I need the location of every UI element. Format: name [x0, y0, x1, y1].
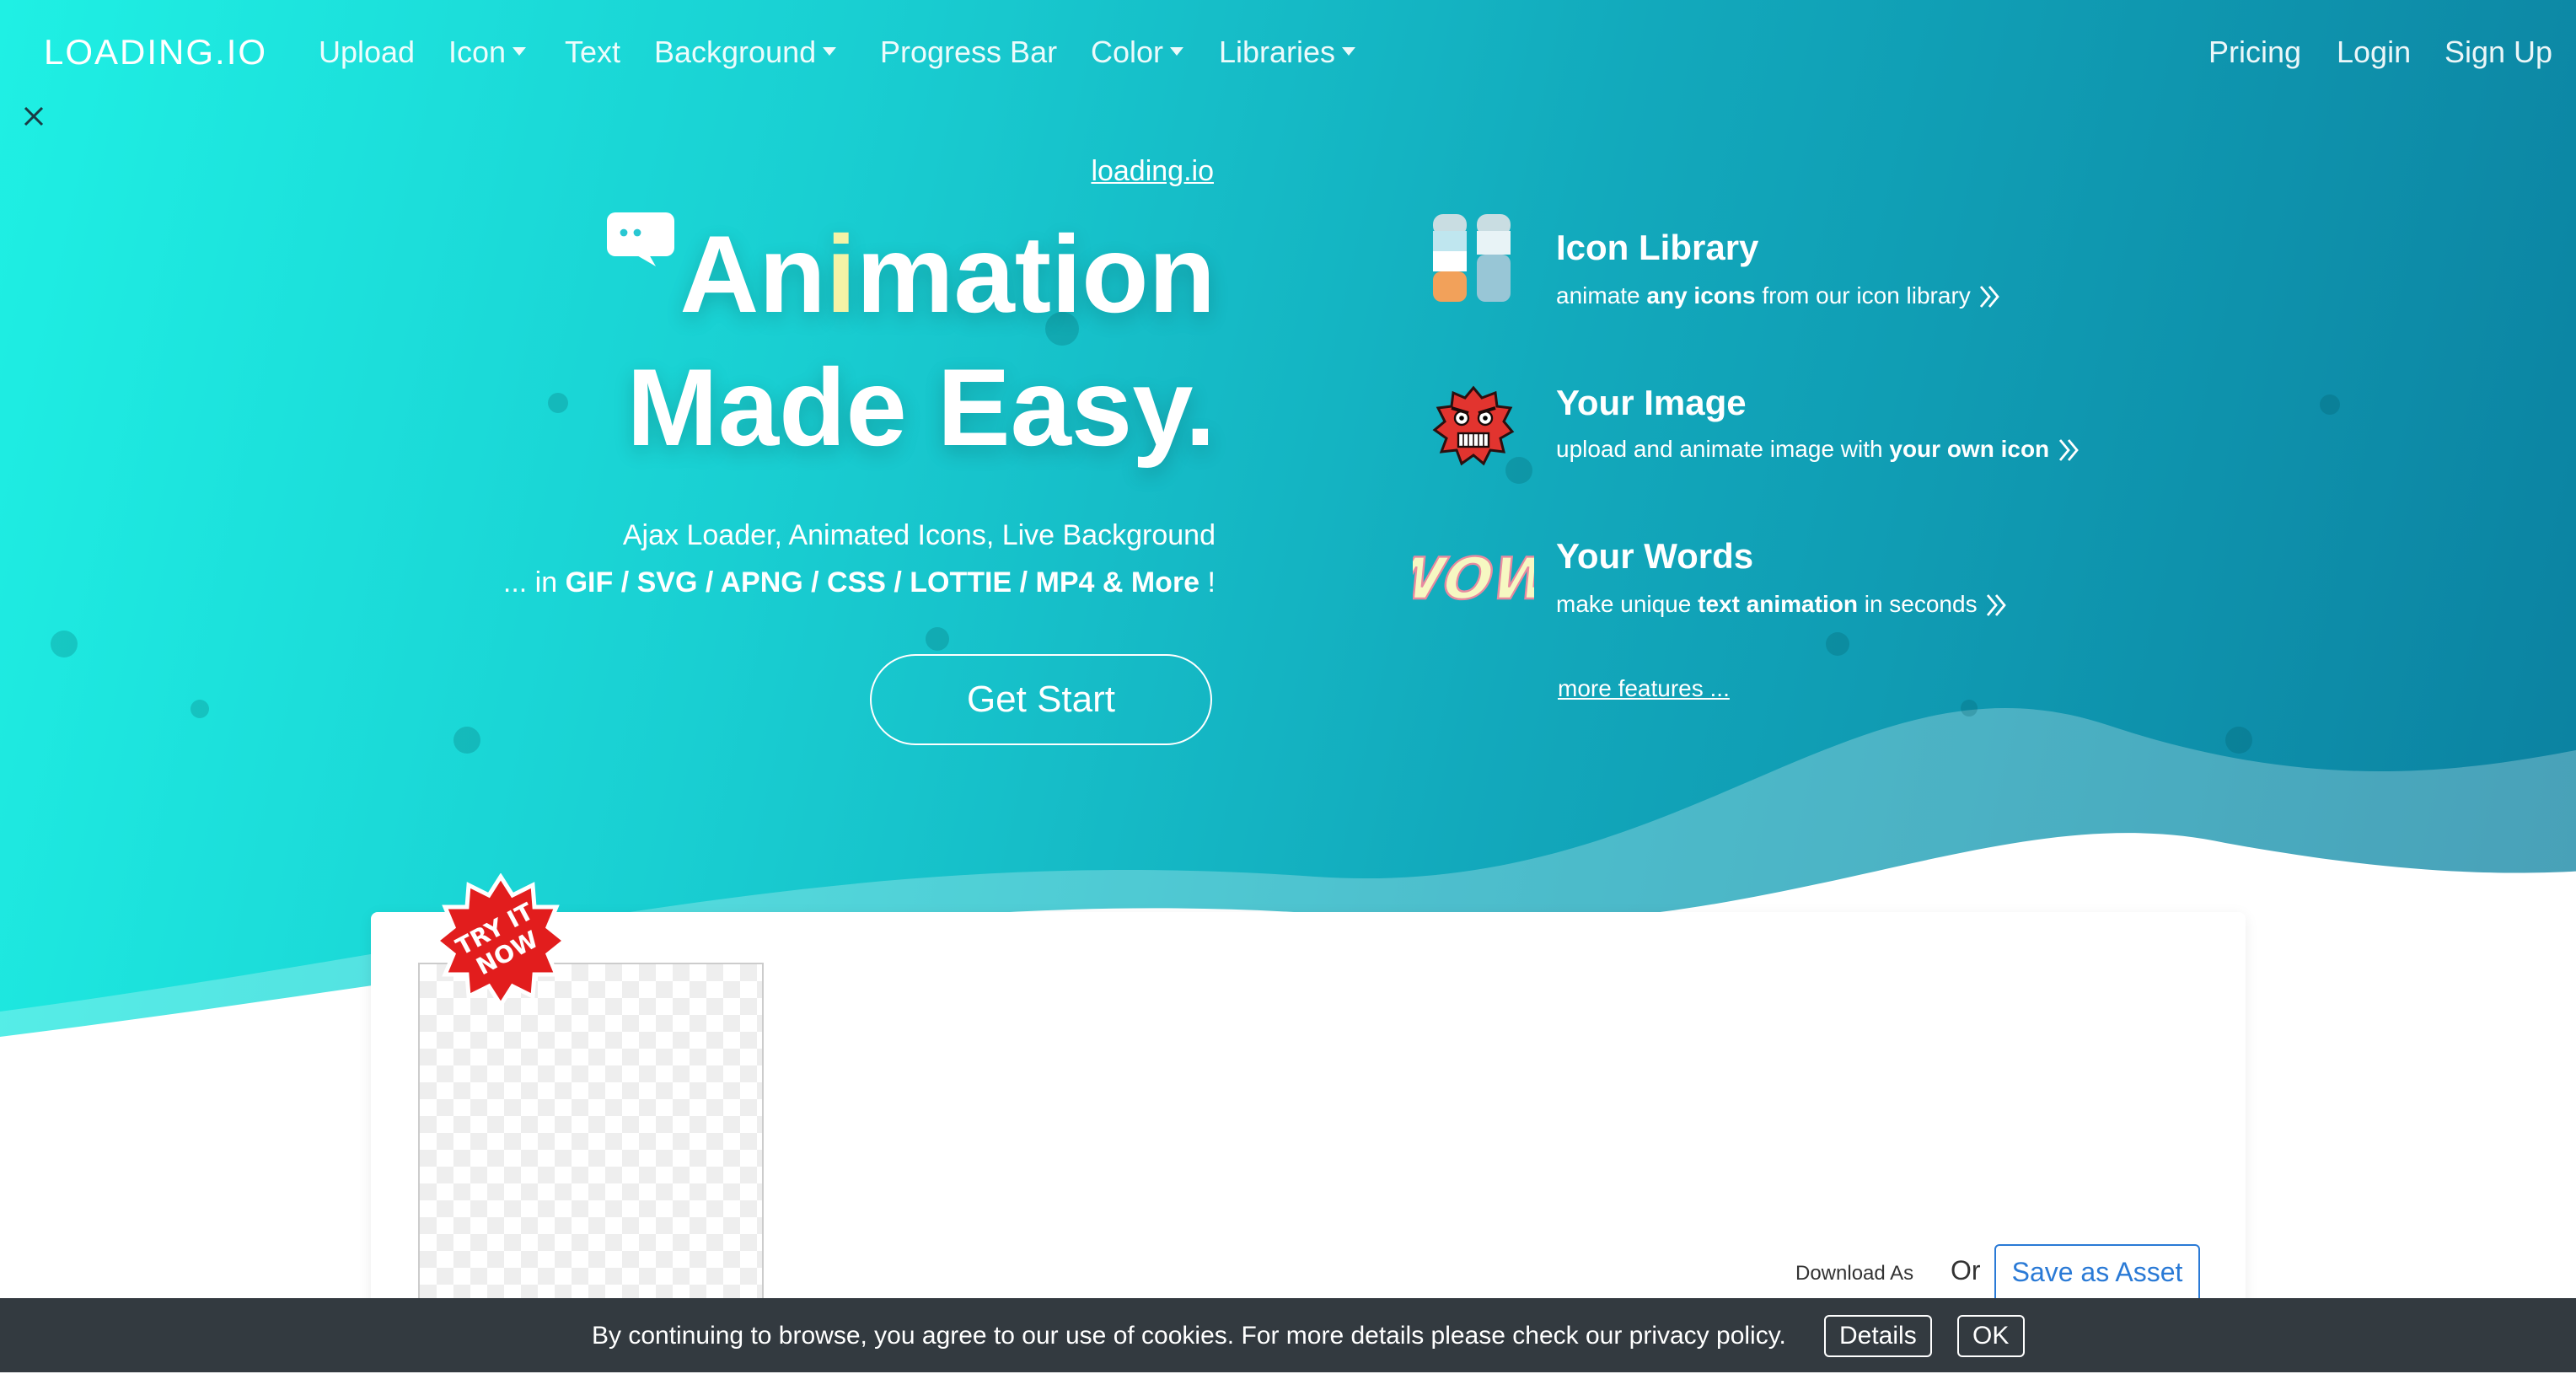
- feature-your-image-title[interactable]: Your Image: [1556, 384, 1747, 425]
- wow-text-icon: WOW: [1413, 545, 1534, 610]
- nav-upload[interactable]: Upload: [319, 35, 415, 71]
- nav-text[interactable]: Text: [565, 35, 620, 71]
- desc-bold: your own icon: [1889, 435, 2050, 462]
- decor-dot: [2225, 727, 2252, 754]
- caret-down-icon: [823, 47, 837, 56]
- double-chevron-right-icon: [2058, 439, 2078, 462]
- nav-sign-up[interactable]: Sign Up: [2445, 35, 2552, 71]
- page: LOADING.IO Upload Icon Text Background P…: [0, 0, 2576, 1372]
- desc-bold: text animation: [1698, 590, 1858, 617]
- download-as-label: Download As: [1795, 1261, 1914, 1285]
- double-chevron-right-icon: [1979, 286, 1999, 309]
- nav-progress-bar[interactable]: Progress Bar: [880, 35, 1057, 71]
- headline-line2: Made Easy.: [626, 346, 1216, 469]
- hero-section: LOADING.IO Upload Icon Text Background P…: [0, 0, 2576, 1045]
- tagline-formats: ... in GIF / SVG / APNG / CSS / LOTTIE /…: [337, 566, 1216, 600]
- tagline-prefix: ... in: [502, 566, 566, 598]
- double-chevron-right-icon: [1986, 594, 2006, 617]
- desc-bold: any icons: [1646, 282, 1756, 309]
- nav-background-dropdown[interactable]: Background: [654, 35, 837, 71]
- decor-dot: [926, 627, 949, 651]
- desc-part: upload and animate image with: [1556, 435, 1890, 462]
- tagline-suffix: !: [1199, 566, 1216, 598]
- cookie-ok-button[interactable]: OK: [1957, 1315, 2025, 1357]
- desc-part: animate: [1556, 282, 1647, 309]
- decor-dot: [453, 727, 480, 754]
- nav-pricing[interactable]: Pricing: [2208, 35, 2301, 71]
- wow-text: WOW: [1413, 546, 1534, 610]
- feature-your-image-desc[interactable]: upload and animate image with your own i…: [1556, 435, 2080, 463]
- cookie-banner: By continuing to browse, you agree to ou…: [0, 1298, 2576, 1372]
- desc-part: in seconds: [1857, 590, 1978, 617]
- bottles-icon: [1433, 214, 1511, 302]
- decor-dot: [51, 631, 78, 657]
- more-features-link[interactable]: more features ...: [1558, 674, 1730, 701]
- headline-highlight: i: [825, 212, 856, 335]
- nav-background-label: Background: [654, 35, 817, 69]
- headline-part: mation: [856, 212, 1216, 335]
- decor-dot: [1826, 632, 1849, 656]
- nav-color-label: Color: [1091, 35, 1164, 69]
- feature-your-words-title[interactable]: Your Words: [1556, 538, 1753, 578]
- cookie-details-button[interactable]: Details: [1824, 1315, 1932, 1357]
- site-link[interactable]: loading.io: [1091, 155, 1214, 189]
- caret-down-icon: [513, 47, 527, 56]
- nav-login[interactable]: Login: [2337, 35, 2411, 71]
- close-icon[interactable]: [20, 103, 47, 130]
- caret-down-icon: [1170, 47, 1184, 56]
- nav-icon-label: Icon: [448, 35, 507, 69]
- nav-libraries-label: Libraries: [1219, 35, 1336, 69]
- animation-preview[interactable]: [418, 963, 764, 1320]
- decor-dot: [191, 700, 209, 718]
- try-it-now-badge: TRY IT NOW: [435, 873, 566, 1008]
- save-as-asset-button[interactable]: Save as Asset: [1994, 1244, 2200, 1305]
- brand-logo[interactable]: LOADING.IO: [44, 34, 267, 74]
- top-navbar: LOADING.IO Upload Icon Text Background P…: [0, 0, 2576, 108]
- nav-libraries-dropdown[interactable]: Libraries: [1219, 35, 1356, 71]
- nav-icon-dropdown[interactable]: Icon: [448, 35, 527, 71]
- feature-icon-library-desc[interactable]: animate any icons from our icon library: [1556, 282, 2001, 309]
- decor-dot: [2320, 394, 2340, 415]
- tagline-format-list: GIF / SVG / APNG / CSS / LOTTIE / MP4 & …: [565, 566, 1200, 598]
- decor-dot: [1961, 700, 1978, 717]
- headline-part: An: [679, 212, 826, 335]
- get-start-button[interactable]: Get Start: [870, 654, 1212, 745]
- headline-line1: Animation: [438, 209, 1216, 341]
- caret-down-icon: [1342, 47, 1356, 56]
- or-label: Or: [1951, 1258, 1981, 1286]
- feature-icon-library-title[interactable]: Icon Library: [1556, 229, 1758, 270]
- desc-part: from our icon library: [1755, 282, 1971, 309]
- nav-color-dropdown[interactable]: Color: [1091, 35, 1184, 71]
- tagline-primary: Ajax Loader, Animated Icons, Live Backgr…: [622, 519, 1216, 551]
- angry-face-icon: [1432, 385, 1515, 466]
- feature-your-words-desc[interactable]: make unique text animation in seconds: [1556, 590, 2008, 618]
- cookie-text: By continuing to browse, you agree to ou…: [592, 1322, 1786, 1350]
- desc-part: make unique: [1556, 590, 1699, 617]
